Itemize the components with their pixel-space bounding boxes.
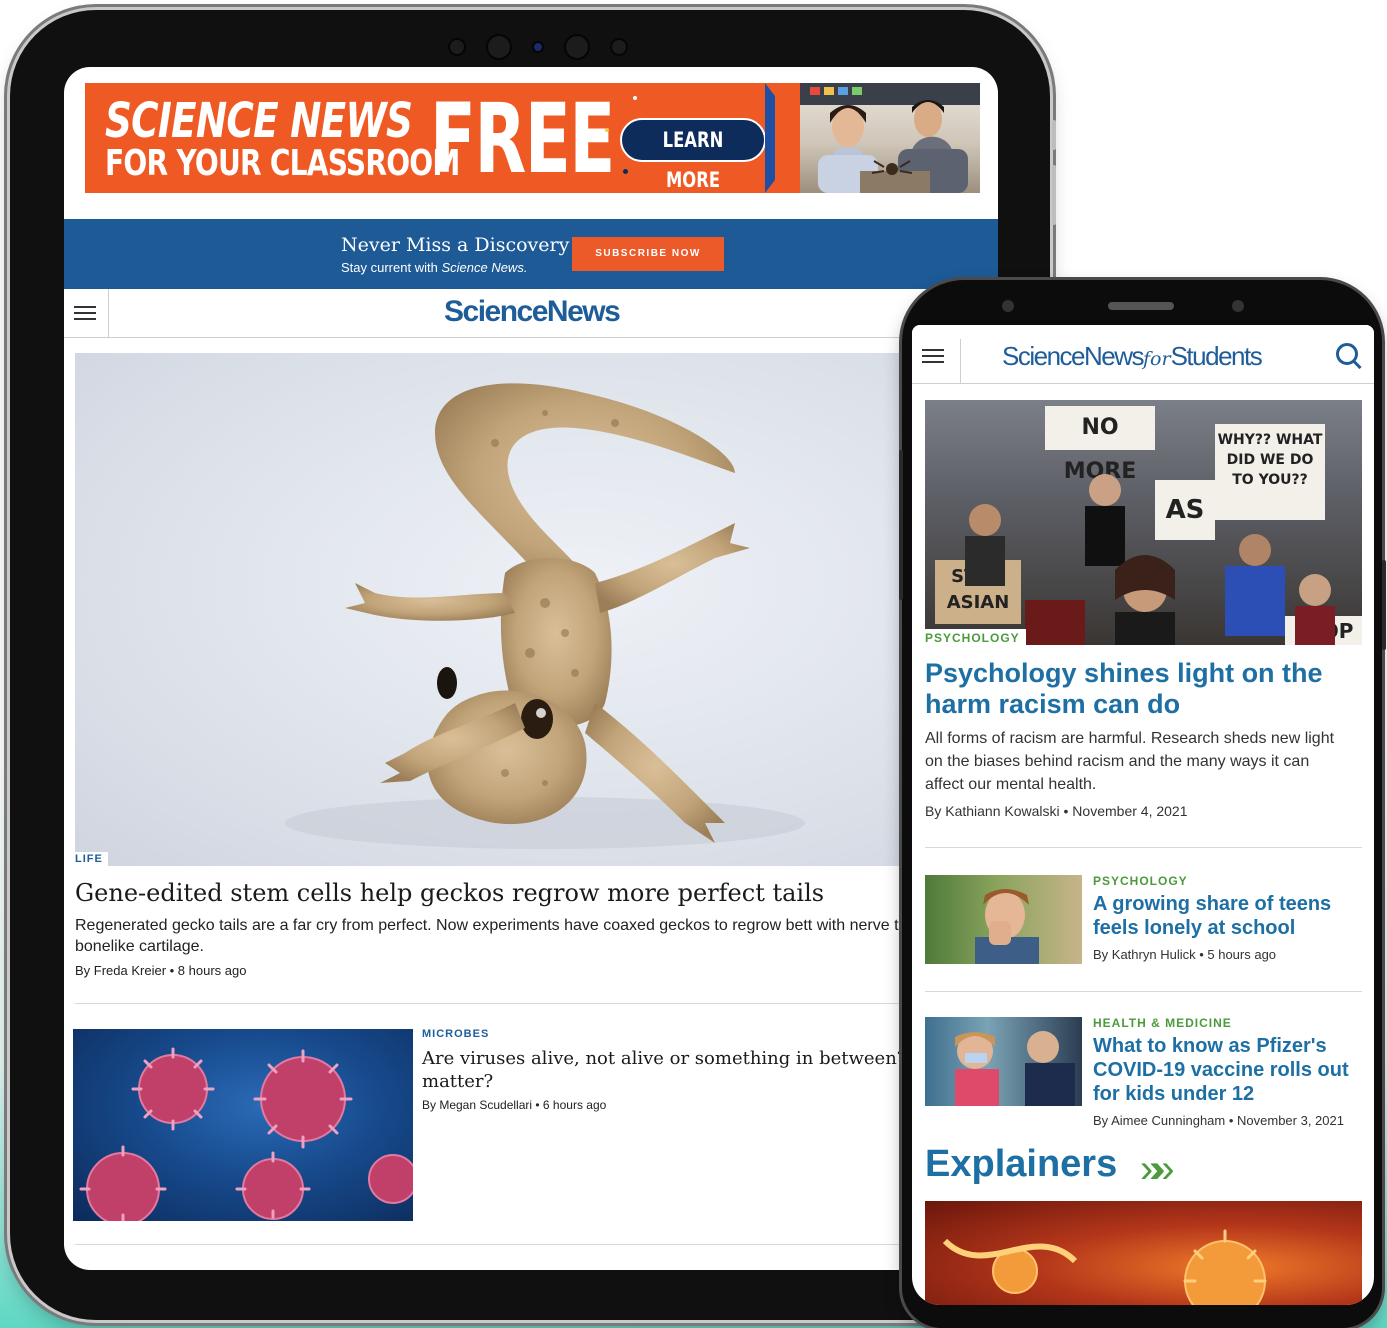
classroom-students-photo	[800, 83, 980, 193]
category-tag-psychology[interactable]: PSYCHOLOGY	[1093, 874, 1188, 888]
divider	[925, 847, 1362, 848]
phone-speaker	[1108, 302, 1174, 310]
tablet-camera	[448, 34, 628, 60]
logo-part-for: for	[1143, 348, 1171, 370]
classroom-promo-banner[interactable]: SCIENCE NEWS FOR YOUR CLASSROOM FREE LEA…	[85, 83, 980, 193]
subscribe-subtitle: Stay current with Science News.	[341, 260, 527, 275]
subscribe-subtitle-brand: Science News.	[441, 260, 528, 275]
vaccine-article-title[interactable]: What to know as Pfizer's COVID-19 vaccin…	[1093, 1034, 1368, 1106]
logo-part-sciencenews: ScienceNews	[1002, 341, 1145, 371]
hamburger-menu-icon	[922, 349, 944, 363]
explainer-virus-art	[942, 1229, 1267, 1305]
lonely-teen-image[interactable]	[925, 875, 1082, 964]
chevron-right-icon[interactable]: »»	[1140, 1147, 1174, 1192]
phone-menu-button[interactable]	[912, 339, 961, 383]
learn-more-button[interactable]: LEARN MORE	[620, 118, 766, 192]
vaccine-article-byline: By Aimee Cunningham • November 3, 2021	[1093, 1113, 1344, 1128]
phone-hero-summary: All forms of racism are harmful. Researc…	[925, 730, 1335, 793]
phone-volume-button	[899, 450, 903, 600]
promo-headline-line2: FOR YOUR CLASSROOM	[105, 143, 460, 184]
tablet-screen: SCIENCE NEWS FOR YOUR CLASSROOM FREE LEA…	[64, 67, 998, 1270]
teen-article-title[interactable]: A growing share of teens feels lonely at…	[1093, 892, 1368, 940]
teen-photo-art	[975, 889, 1039, 964]
explainer-coronavirus-image[interactable]	[925, 1201, 1362, 1305]
classroom-photo-art	[800, 83, 980, 193]
gecko-hero-image[interactable]	[75, 353, 925, 866]
logo-part-students: Students	[1170, 341, 1263, 371]
protest-crowd	[965, 474, 1335, 645]
tablet-menu-button[interactable]	[64, 289, 109, 337]
teen-article-byline: By Kathryn Hulick • 5 hours ago	[1093, 947, 1277, 962]
hero-article-summary: Regenerated gecko tails are a far cry fr…	[75, 917, 967, 955]
gecko-illustration	[285, 383, 805, 849]
subscribe-now-button[interactable]: SUBSCRIBE NOW	[572, 237, 724, 271]
phone-screen: ScienceNewsforStudents NO MORE WHY?? WHA…	[912, 325, 1374, 1305]
explainers-section-heading[interactable]: Explainers	[925, 1143, 1117, 1186]
learn-more-label: LEARN MORE	[662, 128, 724, 192]
divider	[925, 991, 1362, 992]
protest-hero-image[interactable]: NO MORE WHY?? WHAT DID WE DO TO YOU?? ST…	[925, 400, 1362, 645]
subscribe-title: Never Miss a Discovery	[341, 234, 570, 256]
science-news-for-students-logo[interactable]: ScienceNewsforStudents	[1002, 341, 1263, 372]
category-tag-microbes[interactable]: MICROBES	[422, 1028, 489, 1040]
virus-illustration	[79, 1047, 413, 1221]
phone-hero-title[interactable]: Psychology shines light on the harm raci…	[925, 658, 1370, 720]
phone-sensor	[1232, 300, 1244, 312]
promo-sparkle	[633, 96, 637, 100]
tablet-side-button	[1052, 120, 1056, 150]
divider	[75, 1003, 975, 1004]
promo-sparkle	[605, 128, 609, 132]
promo-headline-line1: SCIENCE NEWS	[105, 93, 413, 149]
virus-article-byline: By Megan Scudellari • 6 hours ago	[422, 1098, 607, 1112]
category-tag-life[interactable]: LIFE	[75, 852, 108, 867]
tablet-volume-button	[1052, 165, 1056, 225]
promo-sparkle	[623, 169, 628, 174]
science-news-logo[interactable]: ScienceNews	[444, 295, 621, 329]
divider	[75, 1244, 975, 1245]
promo-free-text: FREE	[430, 83, 615, 193]
category-tag-psychology[interactable]: PSYCHOLOGY	[925, 629, 1026, 645]
phone-camera	[1002, 300, 1014, 312]
vaccine-kids-image[interactable]	[925, 1017, 1082, 1106]
phone-hero-byline: By Kathiann Kowalski • November 4, 2021	[925, 803, 1188, 819]
search-icon[interactable]	[1336, 343, 1358, 365]
phone-side-button	[1382, 560, 1386, 650]
hero-article-byline: By Freda Kreier • 8 hours ago	[75, 963, 247, 978]
hamburger-menu-icon	[74, 306, 96, 320]
hero-article-title[interactable]: Gene-edited stem cells help geckos regro…	[75, 879, 824, 907]
vaccine-photo-art	[955, 1031, 1075, 1106]
category-tag-health-medicine[interactable]: HEALTH & MEDICINE	[1093, 1016, 1232, 1030]
virus-article-image[interactable]	[73, 1029, 413, 1221]
subscribe-subtitle-prefix: Stay current with	[341, 260, 438, 275]
